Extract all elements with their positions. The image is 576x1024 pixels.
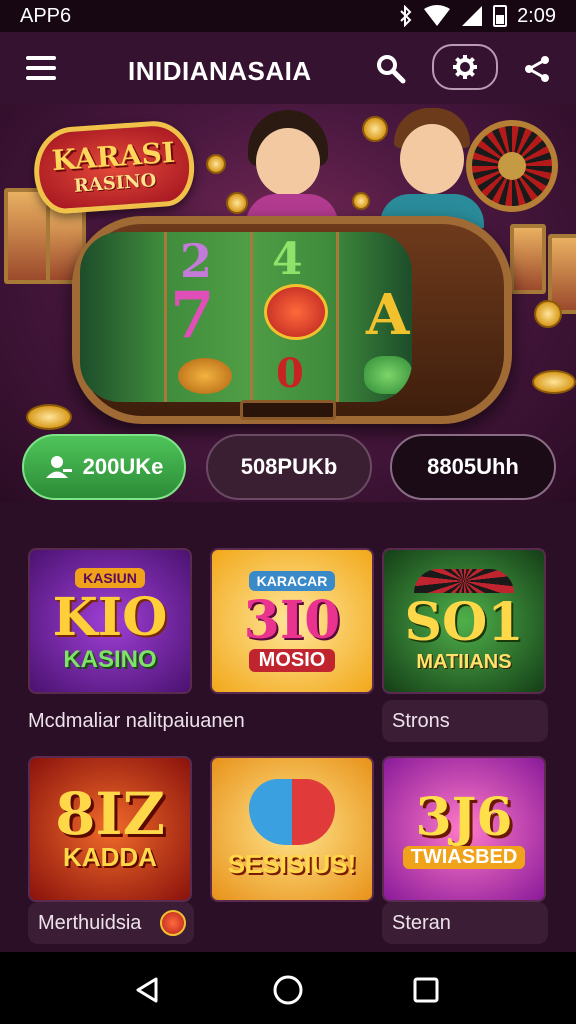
reel-symbol: 7 [170, 278, 215, 353]
game-tile-subtitle: SESISIUS! [227, 848, 357, 879]
status-time: 2:09 [517, 4, 556, 27]
game-tile-tag: KARACAR [248, 570, 336, 591]
girl-character [240, 110, 350, 224]
settings-button[interactable] [432, 44, 498, 90]
game-label[interactable]: Merthuidsia [28, 902, 194, 944]
search-icon[interactable] [374, 52, 408, 86]
game-label-text: Steran [392, 911, 451, 934]
gold-coin [362, 116, 388, 142]
game-tile[interactable]: KARACAR 3I0 MOSIO [210, 548, 374, 694]
bluetooth-icon [400, 5, 412, 27]
gold-coin [532, 370, 576, 394]
status-icons: 2:09 [399, 5, 556, 28]
user-icon [45, 456, 72, 478]
recents-square-icon[interactable] [412, 976, 440, 1004]
gold-coin [352, 192, 370, 210]
casino-logo: KARASI RASINO [31, 118, 197, 216]
battery-icon [493, 5, 508, 27]
hamburger-icon[interactable] [26, 54, 56, 82]
action-label: 508PUKb [240, 454, 338, 479]
game-tile-title: SO1 [404, 591, 524, 653]
game-tile-title: KIO [52, 587, 168, 648]
reel-fruit-symbol [178, 358, 232, 394]
chip-icon [160, 910, 186, 936]
app-bar: INIDIANASAIA [0, 32, 576, 104]
home-circle-icon[interactable] [272, 974, 304, 1006]
game-label[interactable]: Mcdmaliar nalitpaiuanen [28, 700, 368, 742]
system-nav-bar [0, 952, 576, 1024]
game-label-text: Merthuidsia [38, 911, 142, 934]
action-label: 8805Uhh [427, 454, 519, 479]
heart-graphic [249, 778, 335, 845]
status-bar: APP6 2:09 [0, 0, 576, 32]
background-window [510, 224, 546, 294]
game-tile[interactable]: SO1 MATIIANS [382, 548, 546, 694]
app-title: INIDIANASAIA [128, 56, 312, 86]
reel-symbol: 0 [276, 350, 304, 397]
gold-coin [226, 192, 248, 214]
coin-tray [240, 400, 336, 420]
action-button-balance[interactable]: 508PUKb [206, 434, 372, 500]
boy-character [380, 108, 490, 228]
game-label[interactable]: Steran [382, 902, 548, 944]
game-label[interactable]: Strons [382, 700, 548, 742]
game-tile-title: 3I0 [243, 589, 341, 651]
status-app-label: APP6 [20, 4, 72, 27]
reel-symbol: A [366, 282, 410, 348]
slot-reels: 2 4 7 A 0 [80, 232, 412, 402]
game-tile-subtitle: KADDA [63, 841, 157, 872]
gold-coin [26, 404, 72, 430]
game-tile[interactable]: 3J6 TWIASBED [382, 756, 546, 902]
game-label-text: Mcdmaliar nalitpaiuanen [28, 709, 245, 732]
game-tile-tag: KASIUN [75, 568, 145, 588]
game-tile-title: 3J6 [415, 786, 513, 848]
game-tile-subtitle: MATIIANS [416, 650, 512, 673]
game-tile[interactable]: KASIUN KIO KASINO [28, 548, 192, 694]
logo-subtitle: RASINO [73, 170, 158, 197]
wifi-icon [424, 5, 451, 26]
gear-icon [453, 55, 477, 79]
game-tile-title: 8IZ [55, 779, 165, 848]
reel-symbol: 4 [272, 234, 303, 285]
gold-coin [206, 154, 226, 174]
back-triangle-icon[interactable] [134, 976, 160, 1004]
game-tile-subtitle: KASINO [63, 646, 157, 673]
game-label-text: Strons [392, 709, 450, 732]
gold-coin [534, 300, 562, 328]
reel-fruit-symbol [264, 284, 328, 340]
action-button-bonus[interactable]: 200UKe [22, 434, 186, 500]
game-tile-subtitle: TWIASBED [402, 845, 526, 869]
share-icon[interactable] [522, 54, 552, 84]
logo-title: KARASI [50, 135, 176, 178]
reel-fruit-symbol [364, 356, 412, 394]
signal-icon [462, 6, 483, 26]
action-button-wallet[interactable]: 8805Uhh [390, 434, 556, 500]
action-label: 200UKe [82, 454, 164, 479]
roulette-graphic [414, 568, 514, 593]
game-tile-subtitle: MOSIO [248, 648, 336, 672]
game-tile[interactable]: 8IZ KADDA [28, 756, 192, 902]
game-tile[interactable]: SESISIUS! [210, 756, 374, 902]
